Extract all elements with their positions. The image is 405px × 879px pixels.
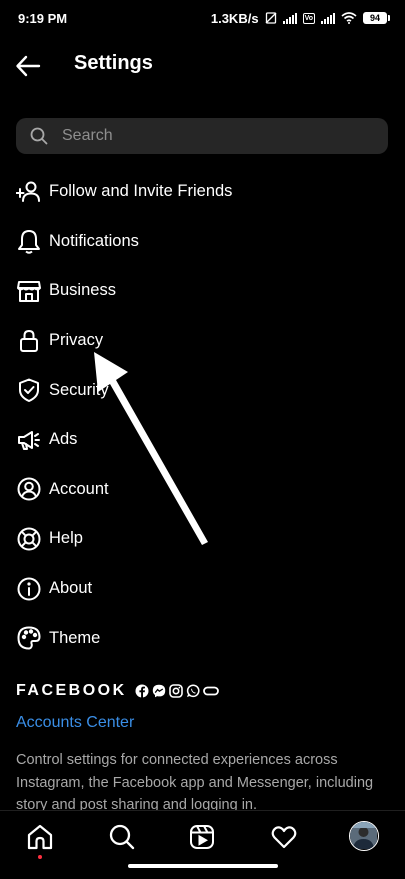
network-speed: 1.3KB/s [210,10,259,26]
menu-item-security[interactable]: Security [0,365,405,415]
facebook-icon [135,684,149,698]
add-person-icon [16,179,42,205]
home-indicator [128,864,278,868]
menu-item-business[interactable]: Business [0,266,405,316]
accounts-center-link[interactable]: Accounts Center [16,714,134,732]
menu-item-label: Theme [49,628,101,647]
menu-item-notifications[interactable]: Notifications [0,217,405,267]
oculus-icon [202,686,219,696]
menu-item-help[interactable]: Help [0,514,405,564]
volte-badge: Vo [302,12,315,24]
instagram-icon [168,684,183,698]
menu-item-account[interactable]: Account [0,465,405,515]
facebook-header: FACEBOOK [16,682,219,700]
palette-icon [16,625,42,651]
status-icons: 1.3KB/s Vo 94 [210,10,390,26]
info-icon [16,576,42,602]
search-tab-icon[interactable] [108,823,136,851]
back-arrow-icon[interactable] [14,52,42,80]
status-bar: 9:19 PM 1.3KB/s Vo 94 [0,0,405,36]
facebook-wordmark: FACEBOOK [16,682,127,699]
messenger-icon [152,684,165,698]
menu-item-label: Business [49,281,116,300]
battery-level: 94 [369,13,380,23]
page-title: Settings [74,52,153,74]
megaphone-icon [16,427,42,453]
menu-item-label: Follow and Invite Friends [49,182,233,201]
menu-item-theme[interactable]: Theme [0,613,405,663]
accounts-center-description: Control settings for connected experienc… [16,752,374,813]
profile-avatar[interactable] [349,821,379,851]
signal-icon-2 [321,12,335,24]
bell-icon [16,228,42,255]
no-sim-icon [265,12,277,24]
account-icon [16,476,42,502]
search-input[interactable] [60,126,364,146]
menu-item-ads[interactable]: Ads [0,415,405,465]
menu-item-label: Notifications [49,231,139,250]
lock-icon [16,328,42,354]
menu-item-about[interactable]: About [0,564,405,614]
menu-item-label: Help [49,529,83,548]
menu-item-privacy[interactable]: Privacy [0,316,405,366]
shield-icon [16,377,42,403]
menu-item-follow-invite[interactable]: Follow and Invite Friends [0,167,405,217]
menu-item-label: About [49,579,93,598]
heart-icon[interactable] [270,823,298,851]
whatsapp-icon [186,684,200,698]
header: Settings [0,40,405,92]
search-icon [30,127,48,145]
menu-item-label: Ads [49,430,78,449]
menu-item-label: Account [49,479,109,498]
status-time: 9:19 PM [18,10,68,26]
settings-menu: Follow and Invite Friends Notifications … [0,167,405,663]
menu-item-label: Privacy [49,331,104,350]
menu-item-label: Security [49,380,109,399]
signal-icon [282,12,297,24]
notification-dot [38,855,42,859]
reels-icon[interactable] [188,823,216,851]
lifebuoy-icon [16,526,42,552]
home-icon[interactable] [26,823,54,851]
meta-app-icons [135,684,219,698]
search-bar[interactable] [16,118,388,154]
store-icon [16,278,42,304]
wifi-icon [341,12,357,24]
battery-icon: 94 [363,12,390,24]
bottom-tab-bar [0,810,405,879]
